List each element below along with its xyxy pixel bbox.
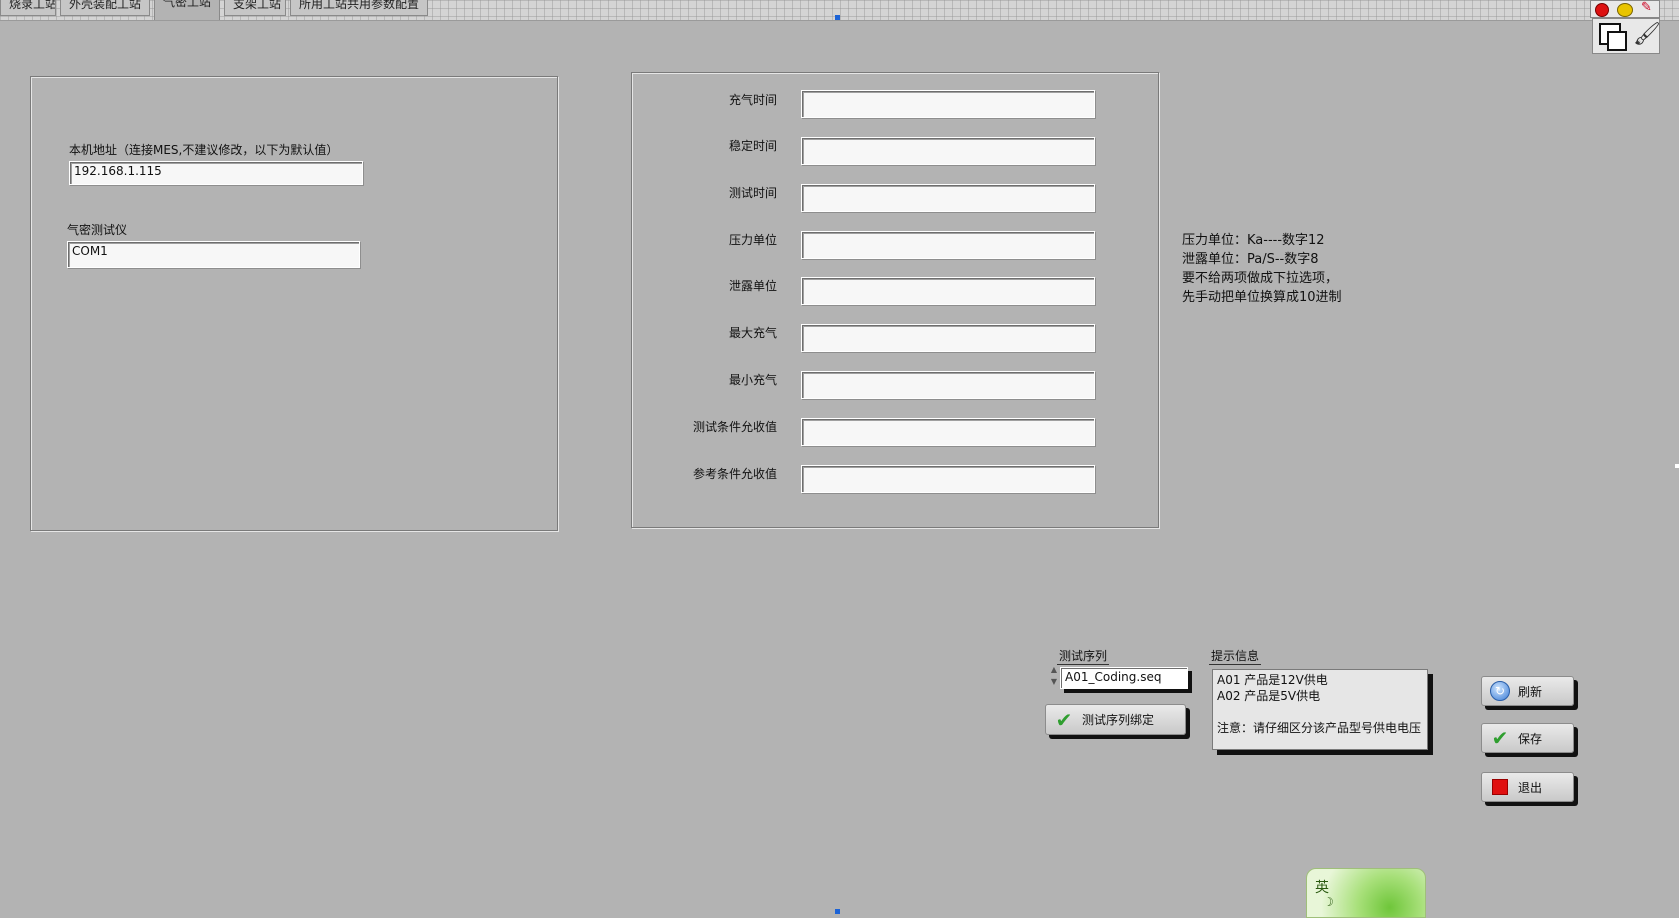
leak-unit-field[interactable]	[801, 277, 1095, 305]
test-acceptance-label: 测试条件允收值	[692, 420, 777, 434]
test-time-field[interactable]	[801, 184, 1095, 212]
test-acceptance-field[interactable]	[801, 418, 1095, 446]
leak-unit-label: 泄露单位	[728, 279, 777, 293]
save-button-label: 保存	[1518, 731, 1543, 746]
test-sequence-field[interactable]: A01_Coding.seq	[1060, 667, 1188, 689]
tab-airtight-station[interactable]: 气密工站	[154, 0, 220, 20]
min-fill-field[interactable]	[801, 371, 1095, 399]
pressure-unit-label: 压力单位	[728, 233, 777, 247]
test-time-label: 测试时间	[728, 186, 777, 200]
reference-acceptance-field[interactable]	[801, 465, 1095, 493]
refresh-icon: ↻	[1490, 681, 1510, 701]
ip-address-label: 本机地址（连接MES,不建议修改，以下为默认值）	[69, 143, 339, 157]
checkmark-icon: ✔	[1491, 726, 1509, 750]
checkmark-icon: ✔	[1055, 707, 1073, 732]
color-picker-icon[interactable]: ✎	[1641, 1, 1655, 15]
probe-icon[interactable]	[1617, 3, 1633, 17]
tab-shell-assembly[interactable]: 外壳装配工站	[60, 0, 150, 16]
sequence-stepper[interactable]: ▲ ▼	[1049, 664, 1059, 690]
airtight-tester-label: 气密测试仪	[67, 223, 128, 237]
selection-handle-bottom[interactable]	[835, 909, 840, 914]
unit-notes: 压力单位：Ka----数字12 泄露单位：Pa/S--数字8 要不给两项做成下拉…	[1182, 231, 1342, 307]
tab-bracket-station[interactable]: 支架工站	[224, 0, 286, 16]
pressure-unit-field[interactable]	[801, 231, 1095, 259]
selection-handle-top[interactable]	[835, 15, 840, 20]
test-sequence-label: 测试序列	[1057, 647, 1110, 665]
stop-icon	[1490, 777, 1510, 797]
note-line: 压力单位：Ka----数字12	[1182, 233, 1325, 248]
ime-mode-label: 英	[1315, 880, 1329, 896]
note-line: 要不给两项做成下拉选项，	[1182, 271, 1339, 286]
exit-button[interactable]: 退出	[1481, 772, 1574, 802]
max-fill-field[interactable]	[801, 324, 1095, 352]
moon-icon: ☽	[1323, 895, 1334, 909]
note-line: 先手动把单位换算成10进制	[1182, 290, 1342, 305]
save-button[interactable]: ✔ 保存	[1481, 723, 1574, 753]
edge-marker	[1675, 464, 1679, 468]
exit-button-label: 退出	[1518, 780, 1543, 795]
tab-shared-config[interactable]: 所用工站共用参数配置	[290, 0, 428, 16]
stabilize-time-field[interactable]	[801, 137, 1095, 165]
hint-info-label: 提示信息	[1209, 647, 1262, 665]
stabilize-time-label: 稳定时间	[728, 139, 777, 153]
bind-sequence-button-label: 测试序列绑定	[1082, 713, 1155, 727]
fill-time-label: 充气时间	[728, 93, 777, 107]
reference-acceptance-label: 参考条件允收值	[692, 467, 777, 481]
refresh-button[interactable]: ↻ 刷新	[1481, 676, 1574, 706]
overlap-squares-front-icon	[1607, 31, 1627, 51]
note-line: 泄露单位：Pa/S--数字8	[1182, 252, 1319, 267]
record-icon[interactable]	[1595, 3, 1609, 17]
bind-sequence-button[interactable]: ✔ 测试序列绑定	[1045, 704, 1186, 735]
refresh-button-label: 刷新	[1518, 684, 1543, 699]
toolbar-strip: ✎	[1590, 0, 1660, 18]
fill-time-field[interactable]	[801, 90, 1095, 118]
ip-address-field[interactable]: 192.168.1.115	[69, 161, 363, 185]
min-fill-label: 最小充气	[728, 373, 777, 387]
airtight-tester-port-field[interactable]: COM1	[67, 241, 360, 268]
tab-burn-station[interactable]: 烧录工站	[0, 0, 56, 16]
tool-palette: 🖌	[1592, 18, 1661, 54]
hint-info-box: A01 产品是12V供电 A02 产品是5V供电 注意：请仔细区分该产品型号供电…	[1212, 669, 1428, 750]
ime-indicator[interactable]: 英 ☽	[1306, 868, 1426, 918]
max-fill-label: 最大充气	[728, 326, 777, 340]
brush-icon[interactable]: 🖌	[1633, 23, 1661, 47]
